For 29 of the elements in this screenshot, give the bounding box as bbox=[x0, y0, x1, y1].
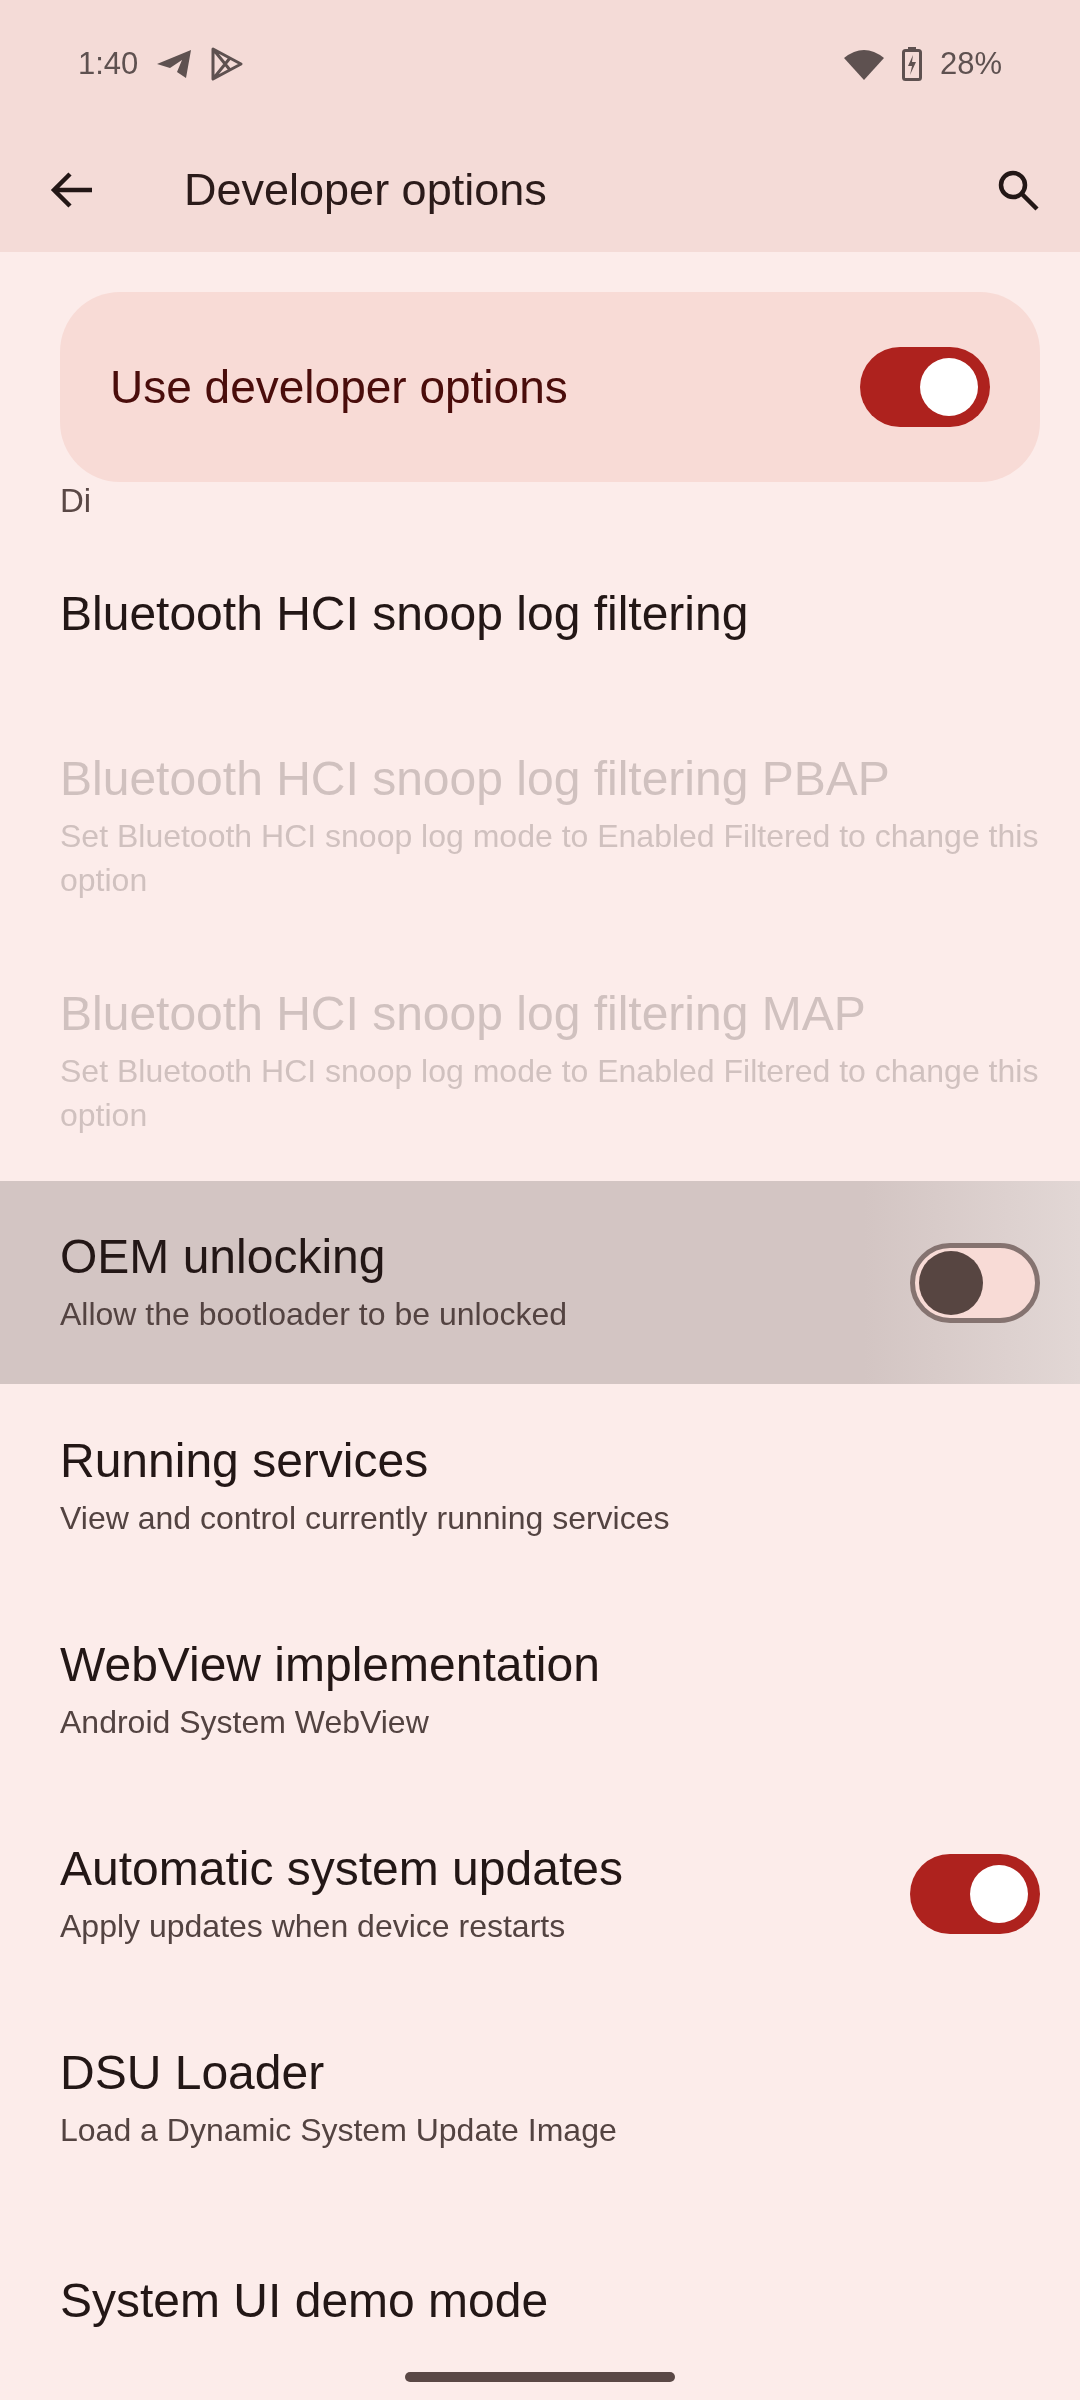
setting-summary: Allow the bootloader to be unlocked bbox=[60, 1295, 568, 1334]
page-title: Developer options bbox=[184, 164, 548, 217]
setting-summary: Load a Dynamic System Update Image bbox=[60, 2110, 618, 2150]
setting-row[interactable]: System UI demo mode bbox=[0, 2200, 1080, 2400]
setting-summary: Android System WebView bbox=[60, 1702, 430, 1742]
setting-row[interactable]: DSU Loader Load a Dynamic System Update Image bbox=[0, 1996, 1080, 2200]
master-switch-card[interactable]: Use developer options bbox=[60, 292, 1040, 482]
battery-percent: 28% bbox=[939, 45, 1002, 82]
setting-title: Bluetooth HCI snoop log filtering bbox=[60, 586, 750, 641]
battery-charging-icon bbox=[901, 46, 922, 81]
master-switch-label: Use developer options bbox=[110, 360, 568, 415]
setting-row[interactable]: Bluetooth HCI snoop log filtering bbox=[0, 516, 1080, 711]
highlighted-setting-row[interactable]: OEM unlocking Allow the bootloader to be unlocked bbox=[0, 1181, 1080, 1384]
setting-row[interactable]: Running services View and control currently running services bbox=[0, 1384, 1080, 1588]
setting-title: System UI demo mode bbox=[60, 2272, 550, 2328]
setting-title: Automatic system updates bbox=[60, 1840, 624, 1896]
status-time: 1:40 bbox=[78, 45, 139, 82]
setting-title: Running services bbox=[60, 1432, 430, 1488]
setting-row[interactable]: Automatic system updates Apply updates when device restarts bbox=[0, 1792, 1080, 1996]
setting-title: WebView implementation bbox=[60, 1636, 601, 1692]
setting-summary: Apply updates when device restarts bbox=[60, 1906, 567, 1946]
paper-plane-icon bbox=[156, 47, 193, 80]
partial-setting-title: Di bbox=[60, 486, 93, 516]
setting-summary: View and control currently running services bbox=[60, 1498, 671, 1538]
setting-title: DSU Loader bbox=[60, 2044, 326, 2100]
setting-title: OEM unlocking bbox=[60, 1229, 387, 1284]
play-triangle-icon bbox=[210, 45, 245, 82]
wifi-icon bbox=[843, 47, 884, 80]
setting-row[interactable]: WebView implementation Android System WebView bbox=[0, 1588, 1080, 1792]
